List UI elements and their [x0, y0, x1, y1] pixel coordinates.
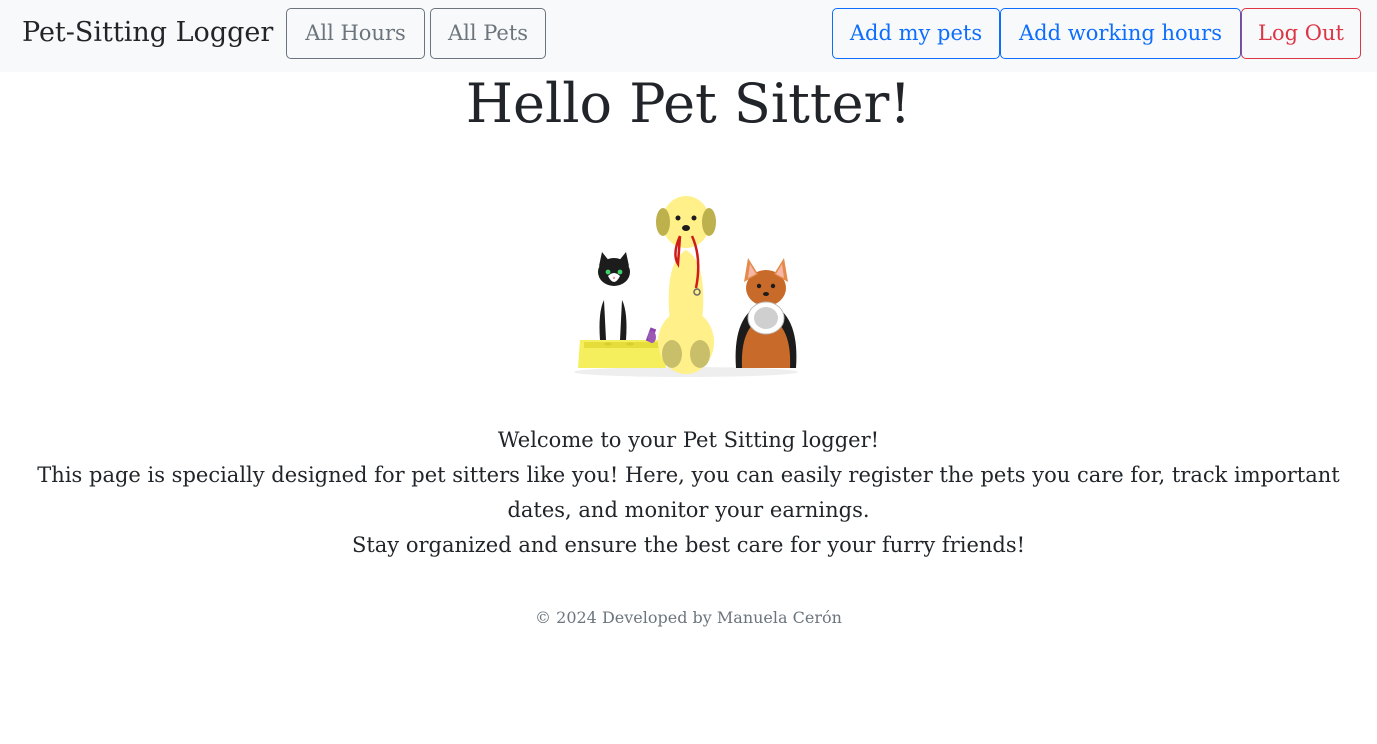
welcome-line-1: Welcome to your Pet Sitting logger! — [497, 428, 880, 452]
all-pets-button[interactable]: All Pets — [430, 8, 546, 59]
log-out-button[interactable]: Log Out — [1241, 8, 1361, 59]
welcome-text: Welcome to your Pet Sitting logger! This… — [0, 423, 1377, 563]
pets-illustration-icon — [574, 196, 798, 377]
page-title: Hello Pet Sitter! — [465, 72, 912, 135]
welcome-line-3: Stay organized and ensure the best care … — [351, 533, 1026, 557]
footer-copyright: © 2024 Developed by Manuela Cerón — [535, 608, 842, 627]
add-my-pets-button[interactable]: Add my pets — [832, 8, 1000, 59]
top-navbar: Pet-Sitting Logger All Hours All Pets Ad… — [0, 0, 1377, 72]
brand-logo-link[interactable]: Pet-Sitting Logger — [22, 14, 273, 52]
welcome-line-2: This page is specially designed for pet … — [37, 463, 1340, 522]
add-working-hours-button[interactable]: Add working hours — [1000, 8, 1241, 59]
all-hours-button[interactable]: All Hours — [286, 8, 425, 59]
